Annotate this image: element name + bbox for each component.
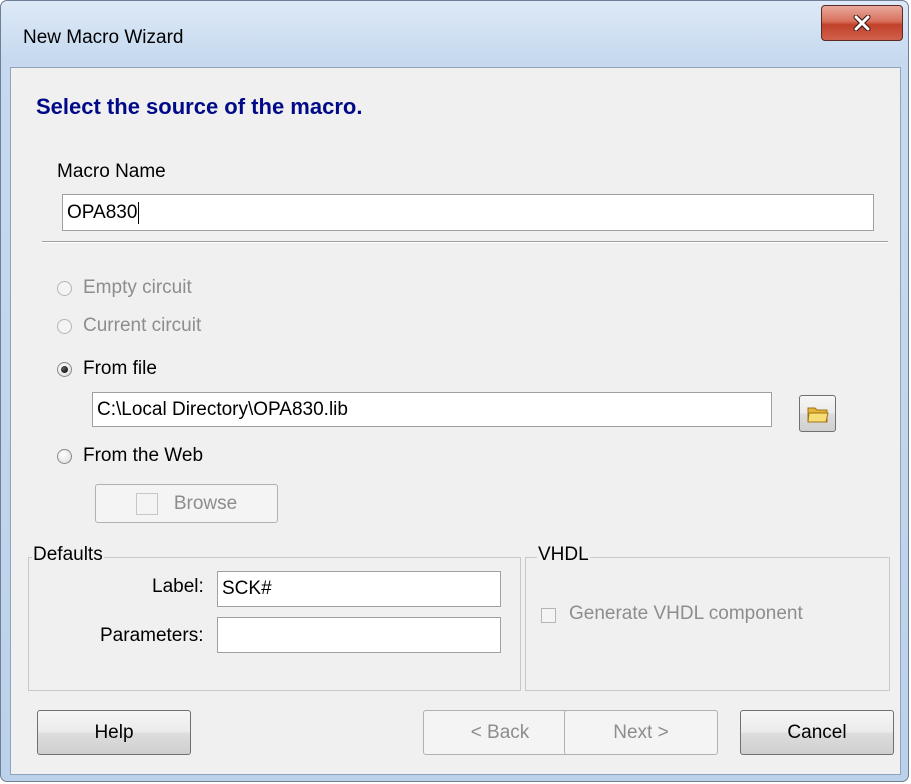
back-button-label: < Back (470, 721, 530, 743)
parameters-field-label: Parameters: (100, 625, 204, 646)
folder-icon (806, 407, 829, 422)
macro-name-label: Macro Name (57, 161, 166, 182)
radio-selected-dot (61, 366, 68, 373)
defaults-group-title: Defaults (32, 544, 104, 566)
window-title: New Macro Wizard (23, 27, 184, 48)
help-button[interactable]: Help (37, 710, 191, 755)
label-input[interactable]: SCK# (217, 571, 501, 607)
radio-from-web[interactable] (57, 449, 72, 464)
cancel-button[interactable]: Cancel (740, 710, 894, 755)
radio-current-circuit[interactable] (57, 319, 72, 334)
close-icon (853, 15, 871, 31)
radio-from-file[interactable] (57, 362, 72, 377)
radio-from-web-label: From the Web (83, 445, 204, 466)
vhdl-group-title: VHDL (537, 544, 590, 566)
label-field-label: Label: (152, 576, 204, 597)
browse-placeholder-icon (135, 492, 158, 515)
radio-empty-circuit[interactable] (57, 281, 72, 296)
browse-file-button[interactable] (799, 395, 836, 432)
file-path-input[interactable]: C:\Local Directory\OPA830.lib (92, 392, 772, 427)
help-button-label: Help (94, 721, 134, 743)
radio-from-file-label: From file (83, 358, 157, 379)
next-button[interactable]: Next > (564, 710, 718, 755)
next-button-label: Next > (613, 721, 669, 743)
browse-web-button[interactable]: Browse (95, 484, 278, 523)
radio-current-circuit-label: Current circuit (83, 315, 202, 336)
text-caret (138, 201, 140, 224)
cancel-button-label: Cancel (787, 721, 847, 743)
macro-name-value: OPA830 (67, 201, 138, 223)
parameters-input[interactable] (217, 617, 501, 653)
generate-vhdl-checkbox[interactable] (541, 608, 556, 623)
radio-empty-circuit-label: Empty circuit (83, 277, 192, 298)
generate-vhdl-label: Generate VHDL component (569, 603, 803, 624)
macro-name-input[interactable]: OPA830 (62, 194, 874, 231)
page-heading: Select the source of the macro. (36, 94, 363, 119)
dialog-client-area: Select the source of the macro. Macro Na… (10, 67, 901, 775)
file-path-value: C:\Local Directory\OPA830.lib (97, 398, 348, 420)
label-input-value: SCK# (222, 578, 272, 599)
separator (42, 241, 888, 243)
close-button[interactable] (821, 5, 903, 41)
browse-web-label: Browse (173, 492, 238, 514)
dialog-window: New Macro Wizard Select the source of th… (0, 0, 909, 782)
back-button[interactable]: < Back (423, 710, 577, 755)
